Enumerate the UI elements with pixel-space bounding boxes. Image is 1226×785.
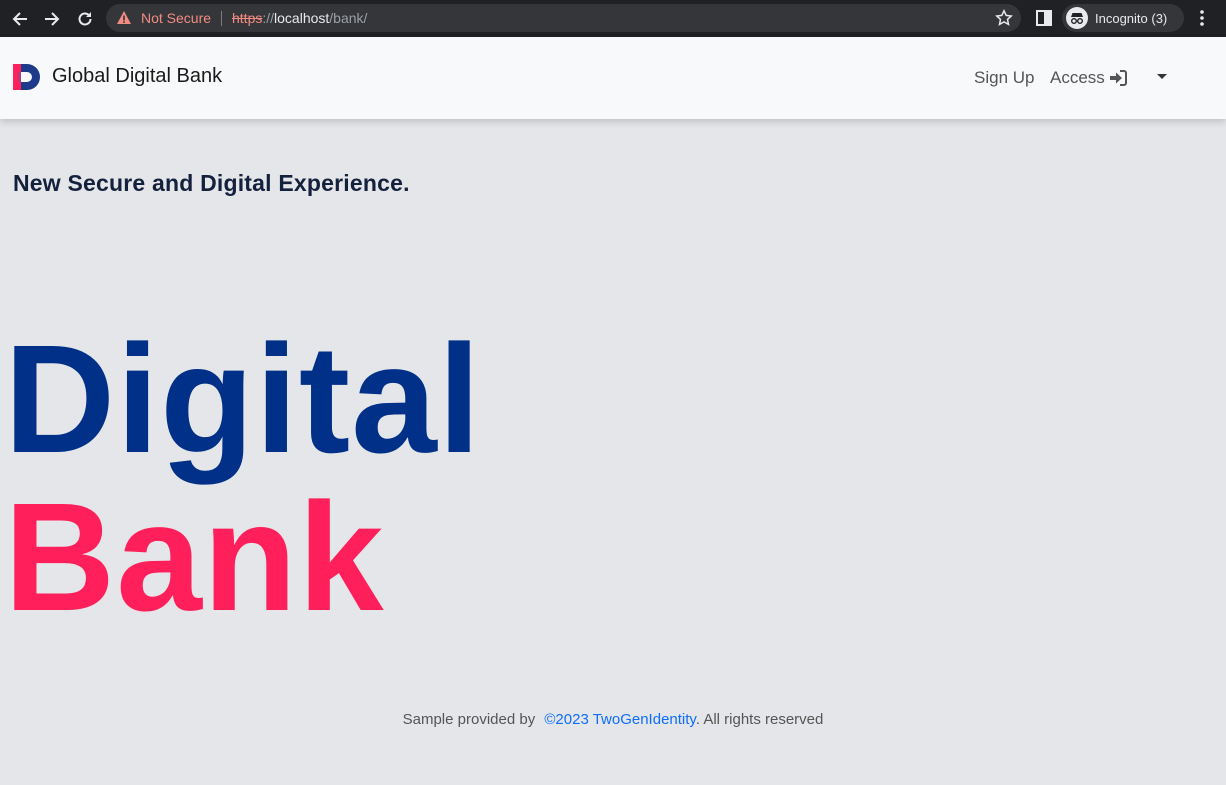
- access-label: Access: [1050, 68, 1105, 87]
- url-text[interactable]: https://localhost/bank/: [232, 10, 367, 26]
- bookmark-star-icon[interactable]: [995, 9, 1013, 27]
- url-host: localhost: [274, 10, 330, 26]
- url-path: /bank/: [329, 10, 368, 26]
- hero-title-bank: Bank: [4, 471, 385, 643]
- browser-toolbar: Not Secure https://localhost/bank/ Incog…: [0, 0, 1226, 37]
- incognito-profile-button[interactable]: Incognito (3): [1062, 4, 1184, 32]
- address-bar[interactable]: Not Secure https://localhost/bank/: [106, 4, 1021, 32]
- sign-up-link[interactable]: Sign Up: [974, 68, 1034, 88]
- sign-in-icon: [1109, 70, 1127, 86]
- hero-title-digital: Digital: [4, 313, 482, 485]
- footer-prefix: Sample provided by: [402, 711, 536, 728]
- hero-tagline: New Secure and Digital Experience.: [13, 170, 410, 196]
- reload-icon[interactable]: [74, 8, 96, 30]
- incognito-label: Incognito (3): [1095, 11, 1168, 26]
- url-scheme: https: [232, 10, 263, 26]
- security-status[interactable]: Not Secure: [141, 10, 211, 26]
- side-panel-icon[interactable]: [1035, 9, 1053, 27]
- access-link[interactable]: Access: [1050, 68, 1127, 88]
- brand-name[interactable]: Global Digital Bank: [52, 65, 222, 88]
- divider: [221, 11, 222, 26]
- footer-suffix: . All rights reserved: [695, 711, 824, 728]
- warning-icon: [117, 11, 131, 24]
- more-menu-icon[interactable]: [1196, 9, 1208, 27]
- bank-logo-icon[interactable]: [13, 64, 41, 90]
- footer-company-link[interactable]: ©2023 TwoGenIdentity: [544, 711, 695, 728]
- app-navbar: Global Digital Bank Sign Up Access: [0, 37, 1226, 119]
- dropdown-caret-icon[interactable]: [1154, 71, 1170, 81]
- back-arrow-icon[interactable]: [9, 8, 31, 30]
- incognito-icon: [1066, 7, 1088, 29]
- forward-arrow-icon[interactable]: [41, 8, 63, 30]
- url-separator: ://: [262, 10, 275, 26]
- footer: Sample provided by ©2023 TwoGenIdentity.…: [0, 711, 1226, 728]
